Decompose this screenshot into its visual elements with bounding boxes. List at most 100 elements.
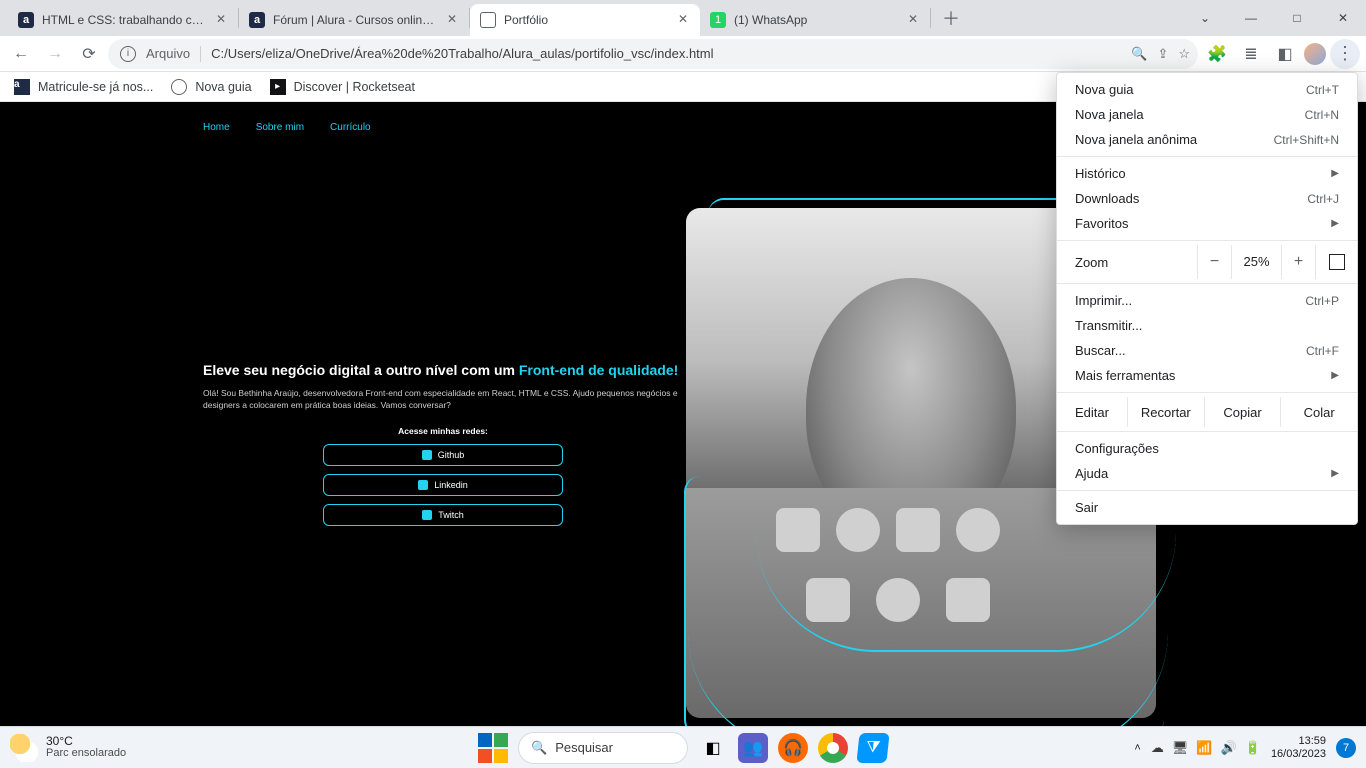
notification-badge[interactable]: 7	[1336, 738, 1356, 758]
bookmark-label: Matricule-se já nos...	[38, 80, 153, 94]
menu-print[interactable]: Imprimir...Ctrl+P	[1057, 288, 1357, 313]
vscode-icon[interactable]: ⧩	[856, 733, 889, 763]
zoom-out-button[interactable]: −	[1197, 245, 1231, 279]
new-tab-button[interactable]: ＋	[937, 4, 965, 32]
alura-icon: a	[14, 79, 30, 95]
clock-date: 16/03/2023	[1271, 748, 1326, 760]
window-controls: ⌄ — □ ✕	[1182, 0, 1366, 36]
menu-divider	[1057, 431, 1357, 432]
maximize-button[interactable]: □	[1274, 0, 1320, 36]
chrome-taskbar-icon[interactable]	[818, 733, 848, 763]
hero-accent: Front-end de qualidade!	[519, 362, 678, 378]
share-icon[interactable]: ⇪	[1157, 46, 1168, 62]
menu-label: Ajuda	[1075, 466, 1108, 481]
menu-label: Sair	[1075, 500, 1098, 515]
rocketseat-icon: ▸	[270, 79, 286, 95]
site-info-icon[interactable]: i	[120, 46, 136, 62]
zoom-icon[interactable]: 🔍	[1131, 46, 1147, 62]
menu-new-tab[interactable]: Nova guiaCtrl+T	[1057, 77, 1357, 102]
start-button[interactable]	[478, 733, 508, 763]
menu-paste[interactable]: Colar	[1280, 397, 1357, 427]
link-github[interactable]: Github	[323, 444, 563, 466]
menu-label: Zoom	[1075, 255, 1197, 270]
twitch-icon	[422, 510, 432, 520]
taskbar-clock[interactable]: 13:59 16/03/2023	[1271, 735, 1326, 759]
link-linkedin[interactable]: Linkedin	[323, 474, 563, 496]
forward-button[interactable]: →	[40, 39, 70, 69]
nav-about[interactable]: Sobre mim	[256, 122, 304, 133]
tab-3-active[interactable]: Portfólio ✕	[470, 4, 700, 36]
close-icon[interactable]: ✕	[214, 13, 228, 27]
side-panel-icon[interactable]: ◧	[1270, 39, 1300, 69]
close-icon[interactable]: ✕	[445, 13, 459, 27]
menu-new-window[interactable]: Nova janelaCtrl+N	[1057, 102, 1357, 127]
weather-desc: Parc ensolarado	[46, 748, 126, 760]
close-window-button[interactable]: ✕	[1320, 0, 1366, 36]
taskbar-search[interactable]: 🔍 Pesquisar	[518, 732, 688, 764]
fullscreen-button[interactable]	[1315, 245, 1357, 279]
bookmark-label: Nova guia	[195, 80, 251, 94]
menu-label: Transmitir...	[1075, 318, 1142, 333]
tab-title: Portfólio	[504, 13, 668, 27]
close-icon[interactable]: ✕	[676, 13, 690, 27]
onedrive-icon[interactable]: ☁	[1151, 740, 1164, 756]
profile-avatar[interactable]	[1304, 43, 1326, 65]
weather-icon	[10, 734, 38, 762]
reload-button[interactable]: ⟳	[74, 39, 104, 69]
taskbar-weather[interactable]: 30°C Parc ensolarado	[10, 734, 126, 762]
bookmark-rocketseat[interactable]: ▸ Discover | Rocketseat	[270, 79, 415, 95]
tab-4[interactable]: 1 (1) WhatsApp ✕	[700, 4, 930, 36]
volume-icon[interactable]: 🔊	[1221, 740, 1237, 756]
hero-title: Eleve seu negócio digital a outro nível …	[203, 362, 683, 378]
menu-downloads[interactable]: DownloadsCtrl+J	[1057, 186, 1357, 211]
bookmark-nova-guia[interactable]: Nova guia	[171, 79, 251, 95]
wifi-icon[interactable]: 📶	[1196, 740, 1212, 756]
bookmark-star-icon[interactable]: ☆	[1178, 46, 1190, 62]
menu-cast[interactable]: Transmitir...	[1057, 313, 1357, 338]
linkedin-icon	[418, 480, 428, 490]
menu-label: Histórico	[1075, 166, 1126, 181]
power-icon[interactable]: 🔋	[1245, 740, 1261, 756]
menu-find[interactable]: Buscar...Ctrl+F	[1057, 338, 1357, 363]
alura-icon: a	[249, 12, 265, 28]
chevron-down-icon[interactable]: ⌄	[1182, 0, 1228, 36]
link-label: Twitch	[438, 510, 464, 520]
bookmark-matricule[interactable]: a Matricule-se já nos...	[14, 79, 153, 95]
nav-cv[interactable]: Currículo	[330, 122, 371, 133]
bookmark-label: Discover | Rocketseat	[294, 80, 415, 94]
battery-icon[interactable]: 🖥	[1172, 740, 1189, 756]
nav-home[interactable]: Home	[203, 122, 230, 133]
menu-cut[interactable]: Recortar	[1127, 397, 1204, 427]
menu-exit[interactable]: Sair	[1057, 495, 1357, 520]
tab-separator	[930, 8, 931, 28]
reading-list-icon[interactable]: ≣	[1236, 39, 1266, 69]
teams-icon[interactable]: 👥	[738, 733, 768, 763]
address-bar[interactable]: i Arquivo C:/Users/eliza/OneDrive/Área%2…	[108, 39, 1198, 69]
menu-favorites[interactable]: Favoritos▶	[1057, 211, 1357, 236]
menu-divider	[1057, 392, 1357, 393]
tab-2[interactable]: a Fórum | Alura - Cursos online de ✕	[239, 4, 469, 36]
menu-copy[interactable]: Copiar	[1204, 397, 1281, 427]
back-button[interactable]: ←	[6, 39, 36, 69]
menu-history[interactable]: Histórico▶	[1057, 161, 1357, 186]
links-heading: Acesse minhas redes:	[203, 426, 683, 436]
menu-settings[interactable]: Configurações	[1057, 436, 1357, 461]
alura-icon: a	[18, 12, 34, 28]
menu-incognito[interactable]: Nova janela anônimaCtrl+Shift+N	[1057, 127, 1357, 152]
shortcut: Ctrl+T	[1306, 83, 1339, 97]
extensions-icon[interactable]: 🧩	[1202, 39, 1232, 69]
menu-help[interactable]: Ajuda▶	[1057, 461, 1357, 486]
zoom-in-button[interactable]: +	[1281, 245, 1315, 279]
chrome-menu-button[interactable]: ⋮	[1330, 39, 1360, 69]
close-icon[interactable]: ✕	[906, 13, 920, 27]
windows-taskbar: 30°C Parc ensolarado 🔍 Pesquisar ◧ 👥 🎧 ⧩…	[0, 726, 1366, 768]
headphones-icon[interactable]: 🎧	[778, 733, 808, 763]
minimize-button[interactable]: —	[1228, 0, 1274, 36]
shortcut: Ctrl+J	[1307, 192, 1339, 206]
link-twitch[interactable]: Twitch	[323, 504, 563, 526]
whatsapp-icon: 1	[710, 12, 726, 28]
tray-chevron-icon[interactable]: ˄	[1134, 742, 1140, 754]
task-view-icon[interactable]: ◧	[698, 733, 728, 763]
menu-more-tools[interactable]: Mais ferramentas▶	[1057, 363, 1357, 388]
tab-1[interactable]: a HTML e CSS: trabalhando com re ✕	[8, 4, 238, 36]
